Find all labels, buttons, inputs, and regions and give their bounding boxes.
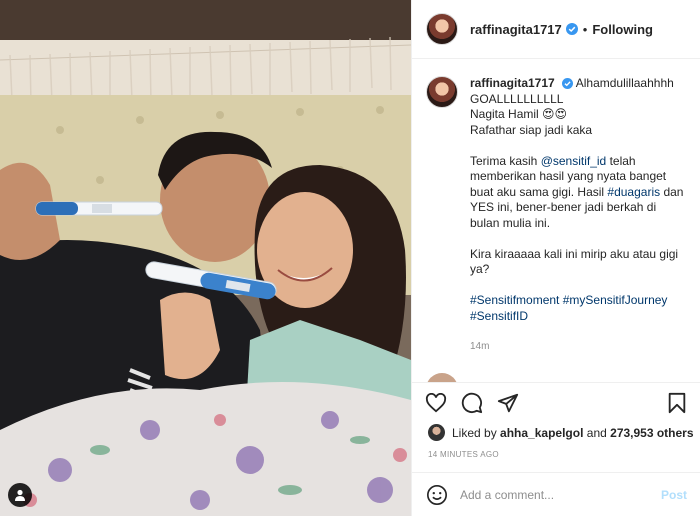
- liked-by-username[interactable]: ahha_kapelgol: [500, 426, 583, 440]
- comment-icon: [461, 392, 483, 413]
- caption-body: raffinagita1717 Alhamdulillaahhhh GOALLL…: [470, 76, 687, 355]
- comment-button[interactable]: [460, 391, 484, 415]
- likes-mid: and: [586, 425, 607, 440]
- author-username[interactable]: raffinagita1717: [470, 22, 562, 37]
- commenter-avatar[interactable]: [426, 373, 458, 382]
- following-button[interactable]: Following: [592, 22, 653, 37]
- comment-input[interactable]: [460, 487, 661, 502]
- add-comment-bar: Post: [412, 472, 700, 516]
- likes-count-link[interactable]: 273,953 others: [610, 426, 693, 440]
- caption-line: Nagita Hamil 😍😍: [470, 107, 568, 121]
- paper-plane-icon: [497, 393, 519, 412]
- author-avatar[interactable]: [426, 13, 458, 45]
- hashtag-line: #Sensitifmoment #mySensitifJourney #Sens…: [470, 293, 687, 324]
- bookmark-icon: [668, 392, 686, 413]
- caption-author-avatar[interactable]: [426, 76, 458, 108]
- likes-summary: Liked by ahha_kapelgol and 273,953 other…: [428, 424, 694, 441]
- heart-icon: [425, 392, 447, 412]
- caption-line: Rafathar siap jadi kaka: [470, 122, 593, 137]
- caption-line: Alhamdulillaahhhh: [575, 76, 674, 90]
- likes-prefix: Liked by: [452, 425, 497, 440]
- comments-area: raffinagita1717 Alhamdulillaahhhh GOALLL…: [412, 60, 700, 382]
- hashtag-link[interactable]: #SensitifID: [470, 309, 528, 323]
- post-photo-illustration: [0, 0, 411, 516]
- hashtag-link[interactable]: #mySensitifJourney: [563, 293, 668, 307]
- caption-author-username[interactable]: raffinagita1717: [470, 76, 555, 90]
- mention-link[interactable]: @sensitif_id: [541, 154, 607, 168]
- caption: raffinagita1717 Alhamdulillaahhhh GOALLL…: [426, 76, 687, 355]
- post-comment-button[interactable]: Post: [661, 488, 687, 502]
- caption-text: Terima kasih: [470, 153, 541, 168]
- post-header: raffinagita1717 • Following: [412, 0, 700, 59]
- caption-paragraph: Kira kiraaaaa kali ini mirip aku atau gi…: [470, 246, 679, 277]
- action-bar: [412, 382, 700, 422]
- share-button[interactable]: [496, 391, 520, 415]
- post-side-panel: raffinagita1717 • Following raffinagita1…: [411, 0, 700, 516]
- smiley-icon[interactable]: [426, 484, 448, 506]
- post-timestamp[interactable]: 14 MINUTES AGO: [428, 450, 499, 459]
- verified-badge-icon: [565, 23, 578, 35]
- next-comment-partial: [426, 373, 620, 382]
- like-button[interactable]: [424, 391, 448, 415]
- hashtag-link[interactable]: #duagaris: [607, 185, 660, 199]
- hashtag-link[interactable]: #Sensitifmoment: [470, 293, 559, 307]
- separator-dot: •: [582, 21, 588, 37]
- person-icon: [15, 489, 25, 501]
- caption-timestamp[interactable]: 14m: [470, 339, 687, 355]
- tagged-users-button[interactable]: [8, 483, 32, 507]
- liker-avatar[interactable]: [428, 424, 445, 441]
- caption-line: GOALLLLLLLLLL: [470, 91, 564, 106]
- verified-badge-icon: [562, 78, 574, 89]
- caption-paragraph: Terima kasih @sensitif_id telah memberik…: [470, 154, 687, 232]
- save-button[interactable]: [665, 391, 689, 415]
- post-photo[interactable]: [0, 0, 411, 516]
